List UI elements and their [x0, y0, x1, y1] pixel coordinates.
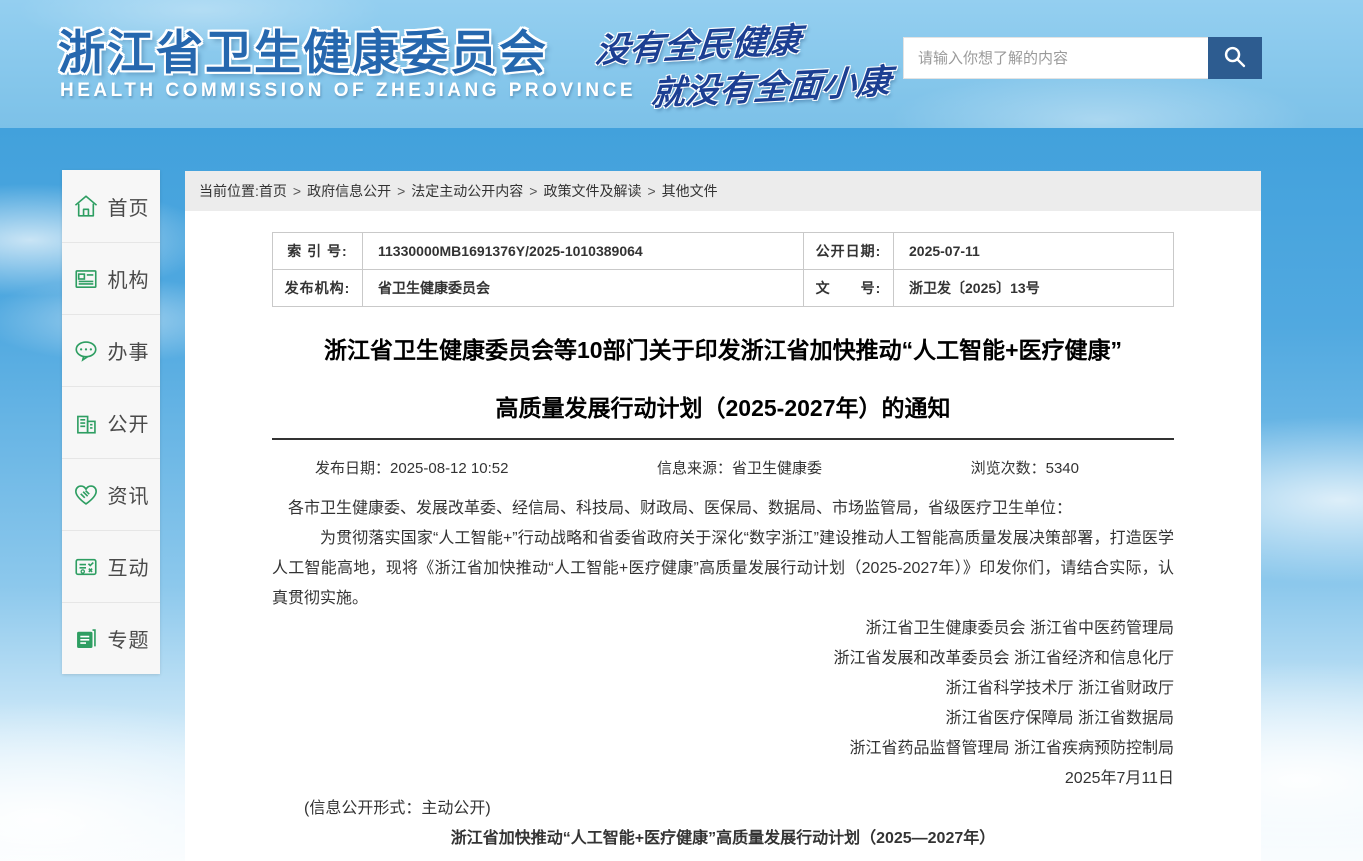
- doc-info-table: 索 引 号: 11330000MB1691376Y/2025-101038906…: [272, 232, 1174, 307]
- index-number-label: 索 引 号:: [273, 233, 363, 270]
- sidebar-item-label: 专题: [108, 624, 150, 653]
- breadcrumb-item-home[interactable]: 首页: [259, 181, 287, 201]
- home-icon: [73, 193, 99, 219]
- article-meta: 发布日期：2025-08-12 10:52 信息来源：省卫生健康委 浏览次数：5…: [272, 452, 1174, 482]
- page-title: 浙江省卫生健康委员会等10部门关于印发浙江省加快推动“人工智能+医疗健康” 高质…: [272, 321, 1174, 437]
- sidebar-item-organization[interactable]: 机构: [62, 242, 160, 314]
- breadcrumb: 当前位置:首页 > 政府信息公开 > 法定主动公开内容 > 政策文件及解读 > …: [185, 171, 1261, 211]
- news-icon: [73, 482, 99, 508]
- sidebar-item-interaction[interactable]: 互动: [62, 530, 160, 602]
- page: 浙江省卫生健康委员会 HEALTH COMMISSION OF ZHEJIANG…: [0, 0, 1363, 861]
- breadcrumb-separator: >: [397, 183, 405, 199]
- search-button[interactable]: [1208, 37, 1262, 79]
- signature-line: 浙江省药品监督管理局 浙江省疾病预防控制局: [272, 734, 1174, 764]
- signature-block: 浙江省卫生健康委员会 浙江省中医药管理局 浙江省发展和改革委员会 浙江省经济和信…: [272, 614, 1174, 794]
- signature-line: 浙江省卫生健康委员会 浙江省中医药管理局: [272, 614, 1174, 644]
- services-icon: [73, 338, 99, 364]
- breadcrumb-separator: >: [293, 183, 301, 199]
- index-number-value: 11330000MB1691376Y/2025-1010389064: [363, 233, 804, 270]
- salutation-paragraph: 各市卫生健康委、发展改革委、经信局、科技局、财政局、医保局、数据局、市场监管局，…: [272, 494, 1174, 524]
- doc-number-value: 浙卫发〔2025〕13号: [894, 270, 1174, 307]
- meta-source: 信息来源：省卫生健康委: [657, 457, 822, 478]
- sidebar-item-news[interactable]: 资讯: [62, 458, 160, 530]
- breadcrumb-item-gov-info[interactable]: 政府信息公开: [307, 181, 391, 201]
- doc-number-label: 文 号:: [804, 270, 894, 307]
- disclosure-icon: [73, 410, 99, 436]
- search-icon: [1222, 44, 1248, 73]
- sidebar-item-topics[interactable]: 专题: [62, 602, 160, 674]
- signature-line: 浙江省医疗保障局 浙江省数据局: [272, 704, 1174, 734]
- meta-view-count: 浏览次数：5340: [971, 457, 1079, 478]
- page-title-line1: 浙江省卫生健康委员会等10部门关于印发浙江省加快推动“人工智能+医疗健康”: [272, 321, 1174, 379]
- signature-date: 2025年7月11日: [272, 764, 1174, 794]
- sidebar-item-label: 公开: [108, 408, 150, 437]
- site-title: 浙江省卫生健康委员会: [58, 14, 548, 83]
- sidebar-item-disclosure[interactable]: 公开: [62, 386, 160, 458]
- sidebar-item-label: 首页: [108, 192, 150, 221]
- issuing-agency-label: 发布机构:: [273, 270, 363, 307]
- breadcrumb-item-statutory[interactable]: 法定主动公开内容: [411, 181, 523, 201]
- site-search: [903, 37, 1262, 79]
- breadcrumb-separator: >: [529, 183, 537, 199]
- breadcrumb-item-other-docs[interactable]: 其他文件: [662, 181, 718, 201]
- sidebar-item-label: 互动: [108, 552, 150, 581]
- title-divider: [272, 438, 1174, 440]
- table-row: 发布机构: 省卫生健康委员会 文 号: 浙卫发〔2025〕13号: [273, 270, 1174, 307]
- site-subtitle: HEALTH COMMISSION OF ZHEJIANG PROVINCE: [60, 80, 636, 102]
- breadcrumb-item-policy-docs[interactable]: 政策文件及解读: [543, 181, 641, 201]
- sidebar-item-label: 办事: [108, 336, 150, 365]
- meta-publish-date: 发布日期：2025-08-12 10:52: [315, 457, 508, 478]
- table-row: 索 引 号: 11330000MB1691376Y/2025-101038906…: [273, 233, 1174, 270]
- signature-line: 浙江省科学技术厅 浙江省财政厅: [272, 674, 1174, 704]
- signature-line: 浙江省发展和改革委员会 浙江省经济和信息化厅: [272, 644, 1174, 674]
- search-input[interactable]: [903, 37, 1208, 79]
- body-paragraph: 为贯彻落实国家“人工智能+”行动战略和省委省政府关于深化“数字浙江”建设推动人工…: [272, 524, 1174, 614]
- sidebar-item-label: 机构: [108, 264, 150, 293]
- organization-icon: [73, 266, 99, 292]
- disclosure-note: (信息公开形式：主动公开): [272, 794, 1174, 824]
- breadcrumb-prefix: 当前位置:: [199, 181, 259, 201]
- topics-icon: [73, 626, 99, 652]
- interaction-icon: [73, 554, 99, 580]
- sidebar-nav: 首页 机构 办事: [62, 170, 160, 674]
- attachment-title: 浙江省加快推动“人工智能+医疗健康”高质量发展行动计划（2025—2027年）: [272, 824, 1174, 854]
- sidebar-item-home[interactable]: 首页: [62, 170, 160, 242]
- breadcrumb-separator: >: [647, 183, 655, 199]
- page-title-line2: 高质量发展行动计划（2025-2027年）的通知: [272, 379, 1174, 437]
- site-header: 浙江省卫生健康委员会 HEALTH COMMISSION OF ZHEJIANG…: [0, 0, 1363, 128]
- article-content: 索 引 号: 11330000MB1691376Y/2025-101038906…: [185, 211, 1261, 854]
- issuing-agency-value: 省卫生健康委员会: [363, 270, 804, 307]
- publish-date-value: 2025-07-11: [894, 233, 1174, 270]
- main-panel: 当前位置:首页 > 政府信息公开 > 法定主动公开内容 > 政策文件及解读 > …: [185, 171, 1261, 861]
- sidebar-item-services[interactable]: 办事: [62, 314, 160, 386]
- publish-date-label: 公开日期:: [804, 233, 894, 270]
- sidebar-item-label: 资讯: [108, 480, 150, 509]
- article-body: 各市卫生健康委、发展改革委、经信局、科技局、财政局、医保局、数据局、市场监管局，…: [272, 494, 1174, 614]
